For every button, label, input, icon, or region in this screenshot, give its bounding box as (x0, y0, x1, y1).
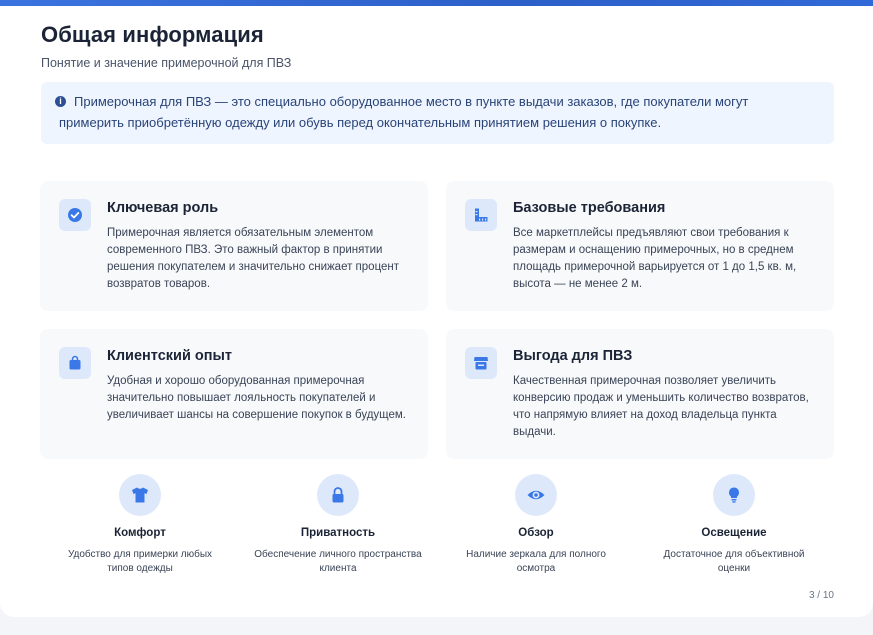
card-text: Удобная и хорошо оборудованная примерочн… (107, 375, 406, 421)
feature-view: Обзор Наличие зеркала для полного осмотр… (436, 474, 636, 576)
ruler-icon (465, 199, 497, 231)
feature-comfort: Комфорт Удобство для примерки любых типо… (40, 474, 240, 576)
card-benefit: Выгода для ПВЗ Качественная примерочная … (446, 329, 834, 459)
page-number: 3 / 10 (808, 590, 834, 601)
page-title: Общая информация (41, 22, 264, 47)
tshirt-icon (119, 474, 161, 516)
feature-title: Приватность (300, 527, 376, 539)
card-requirements: Базовые требования Все маркетплейсы пред… (446, 181, 834, 311)
card-key-role: Ключевая роль Примерочная является обяза… (40, 181, 428, 311)
info-box: i Примерочная для ПВЗ — это специально о… (41, 82, 834, 144)
top-accent-bar (0, 0, 873, 6)
feature-title: Обзор (518, 527, 554, 539)
feature-text: Наличие зеркала для полного осмотра (466, 549, 606, 574)
info-icon: i (55, 96, 66, 107)
feature-text: Обеспечение личного пространства клиента (254, 549, 422, 574)
check-circle-icon (59, 199, 91, 231)
feature-privacy: Приватность Обеспечение личного простран… (238, 474, 438, 576)
card-text: Качественная примерочная позволяет увели… (513, 375, 809, 438)
lightbulb-icon (713, 474, 755, 516)
feature-title: Освещение (701, 527, 767, 539)
feature-text: Достаточное для объективной оценки (663, 549, 805, 574)
feature-text: Удобство для примерки любых типов одежды (67, 549, 213, 574)
shopping-bag-icon (59, 347, 91, 379)
feature-title: Комфорт (114, 527, 166, 539)
card-title: Ключевая роль (107, 200, 219, 216)
card-text: Все маркетплейсы предъявляют свои требов… (513, 227, 797, 290)
card-title: Базовые требования (513, 200, 666, 216)
card-text: Примерочная является обязательным элемен… (107, 227, 400, 290)
lock-icon (317, 474, 359, 516)
page-subtitle: Понятие и значение примерочной для ПВЗ (41, 56, 292, 70)
info-text: Примерочная для ПВЗ — это специально обо… (59, 94, 749, 130)
card-customer-experience: Клиентский опыт Удобная и хорошо оборудо… (40, 329, 428, 459)
card-title: Клиентский опыт (107, 348, 232, 364)
store-icon (465, 347, 497, 379)
feature-lighting: Освещение Достаточное для объективной оц… (634, 474, 834, 576)
card-title: Выгода для ПВЗ (513, 348, 633, 364)
eye-icon (515, 474, 557, 516)
slide: Общая информация Понятие и значение прим… (0, 0, 873, 617)
